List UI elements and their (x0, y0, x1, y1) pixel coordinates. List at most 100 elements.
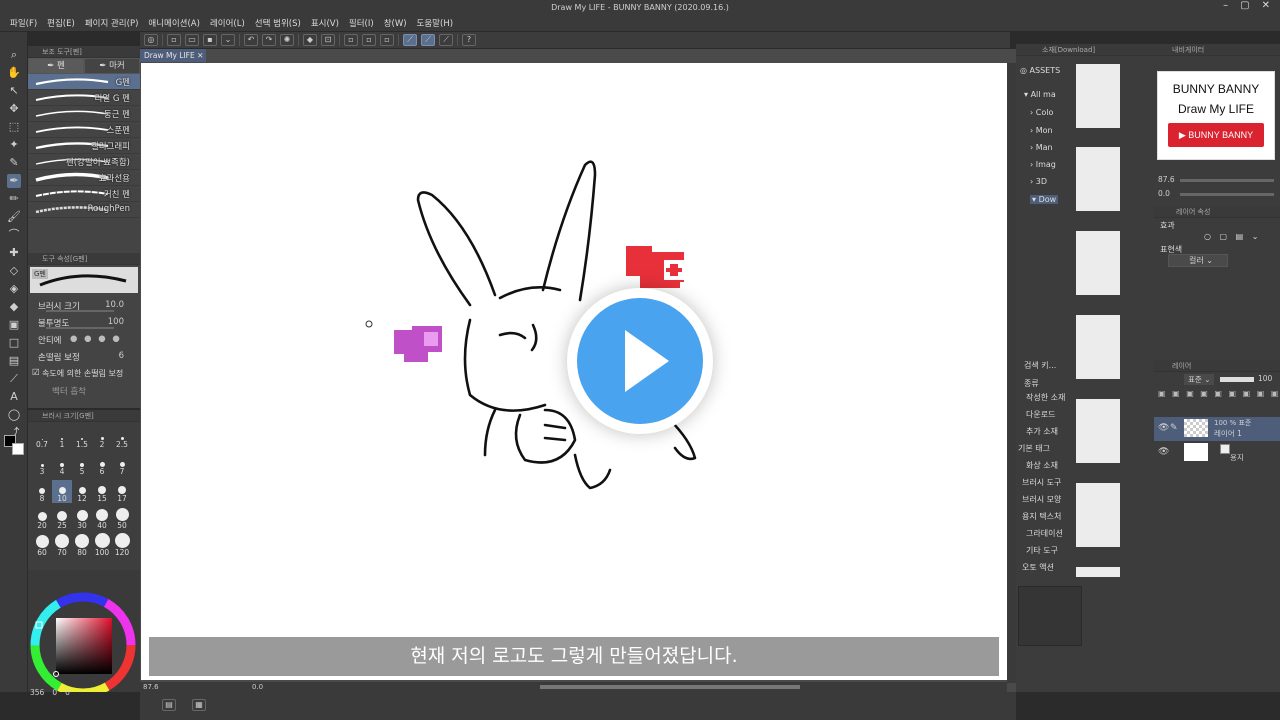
brush-item[interactable]: RoughPen (28, 202, 140, 218)
menu-view[interactable]: 표시(V) (311, 17, 339, 29)
snap-special-icon[interactable]: ⟋ (421, 34, 435, 46)
brush-size-preset[interactable]: 100 (92, 533, 112, 557)
effect-icons[interactable]: ○ ▢ ▤ ⌄ (1204, 232, 1264, 241)
maximize-icon[interactable]: ▢ (1240, 0, 1249, 15)
transform-icon[interactable]: ⊡ (321, 34, 335, 46)
tree-item[interactable]: › Imag (1030, 160, 1056, 169)
tree-item[interactable]: ▾ All ma (1024, 90, 1056, 99)
tab-marker[interactable]: ✒ 마커 (84, 58, 140, 74)
save-icon[interactable]: ▪ (203, 34, 217, 46)
tag-item[interactable]: 용지 텍스처 (1022, 511, 1061, 522)
brush-size-preset[interactable]: 17 (112, 480, 132, 503)
menu-file[interactable]: 파일(F) (10, 17, 37, 29)
vertical-scrollbar[interactable] (1007, 63, 1016, 683)
brush-item[interactable]: 효과선용 (28, 170, 140, 186)
brush-size-preset[interactable]: 4 (52, 453, 72, 476)
eraser-icon[interactable]: ◇ (7, 264, 21, 278)
auto-select-icon[interactable]: ✦ (7, 138, 21, 152)
decoration-icon[interactable]: ✚ (7, 246, 21, 260)
frame-border-icon[interactable]: ▤ (7, 354, 21, 368)
material-thumbnail[interactable] (1076, 231, 1120, 295)
brush-size-preset[interactable]: 70 (52, 534, 72, 557)
tree-item[interactable]: › Man (1030, 143, 1053, 152)
redo-icon[interactable]: ↷ (262, 34, 276, 46)
brush-size-preset[interactable]: 60 (32, 534, 52, 557)
brush-tool-icon[interactable]: 🖌 (7, 210, 21, 224)
eyedropper-icon[interactable]: ✎ (7, 156, 21, 170)
layer-opacity-slider[interactable] (1220, 377, 1254, 382)
brush-item[interactable]: 리얼 G 펜 (28, 90, 140, 106)
gradient-icon[interactable]: ▣ (7, 318, 21, 332)
snap-grid-icon[interactable]: ⟋ (439, 34, 453, 46)
category-item[interactable]: 추가 소재 (1026, 426, 1058, 437)
move-layer-icon[interactable]: ✥ (7, 102, 21, 116)
document-tab[interactable]: Draw My LIFE ✕ (140, 49, 206, 62)
tag-item[interactable]: 그라데이션 (1026, 528, 1063, 539)
zoom-tool-icon[interactable]: ⌕ (7, 48, 21, 62)
layer-list-icon[interactable]: ▤ (162, 699, 176, 711)
layer-tool-icons[interactable]: ▣ ▣ ▣ ▣ ▣ ▣ ▣ ▣ ▣ (1158, 389, 1280, 398)
undo-icon[interactable]: ↶ (244, 34, 258, 46)
menu-page[interactable]: 페이지 관리(P) (85, 17, 139, 29)
opacity-value[interactable]: 100 (108, 317, 124, 327)
menu-window[interactable]: 창(W) (384, 17, 407, 29)
menu-selection[interactable]: 선택 범위(S) (255, 17, 301, 29)
brush-size-preset[interactable]: 2 (92, 426, 112, 449)
brush-size-preset[interactable]: 1 (52, 426, 72, 449)
material-thumbnail[interactable] (1076, 567, 1120, 577)
antialias-row[interactable]: 안티에 ● ● ● ● (28, 331, 140, 348)
navigator-angle-slider[interactable] (1180, 193, 1274, 196)
brush-size-preset[interactable]: 10 (52, 480, 72, 503)
brush-size-preset[interactable]: 3 (32, 453, 52, 476)
opacity-slider[interactable] (46, 327, 114, 329)
brush-size-preset[interactable]: 1.5 (72, 426, 92, 449)
export-icon[interactable]: ⌄ (221, 34, 235, 46)
menu-animation[interactable]: 애니메이션(A) (148, 17, 200, 29)
brush-size-preset[interactable]: 15 (92, 480, 112, 503)
open-file-icon[interactable]: ▭ (185, 34, 199, 46)
operation-tool-icon[interactable]: ↖ (7, 84, 21, 98)
brush-size-preset[interactable]: 8 (32, 480, 52, 503)
brush-item[interactable]: 거친 펜 (28, 186, 140, 202)
brush-size-preset[interactable]: 40 (92, 507, 112, 530)
close-tab-icon[interactable]: ✕ (197, 51, 203, 60)
eye-icon[interactable]: 👁 (1158, 423, 1169, 433)
color-wheel[interactable] (28, 570, 140, 698)
airbrush-icon[interactable]: ⌒ (7, 228, 21, 242)
blend-tool-icon[interactable]: ◈ (7, 282, 21, 296)
brush-item[interactable]: G펜 (28, 74, 140, 90)
tab-pen[interactable]: ✒ 펜 (28, 58, 84, 74)
expression-select[interactable]: 컬러 ⌄ (1168, 254, 1228, 267)
pencil-tool-icon[interactable]: ✏ (7, 192, 21, 206)
invert-icon[interactable]: ▫ (380, 34, 394, 46)
menu-layer[interactable]: 레이어(L) (210, 17, 245, 29)
fill-tool-icon[interactable]: ◆ (7, 300, 21, 314)
brush-item[interactable]: 펜(강필이 뾰족함) (28, 154, 140, 170)
antialias-options-icon[interactable]: ● ● ● ● (70, 334, 122, 344)
app-icon[interactable]: ◎ (144, 34, 158, 46)
category-item[interactable]: 다운로드 (1026, 409, 1055, 420)
tag-item[interactable]: 브러시 모양 (1022, 494, 1061, 505)
sub-color-swatch[interactable] (12, 443, 24, 455)
tree-item[interactable]: › Mon (1030, 126, 1053, 135)
brush-item[interactable]: 스푼펜 (28, 122, 140, 138)
video-play-button[interactable] (567, 288, 713, 434)
menu-help[interactable]: 도움말(H) (417, 17, 453, 29)
pen-tool-icon[interactable]: ✒ (7, 174, 21, 188)
tag-item[interactable]: 브러시 도구 (1022, 477, 1061, 488)
brush-item[interactable]: 캘리그래피 (28, 138, 140, 154)
navigator-zoom-slider[interactable] (1180, 179, 1274, 182)
brush-size-preset[interactable]: 30 (72, 507, 92, 530)
help-icon[interactable]: ? (462, 34, 476, 46)
tag-item[interactable]: 오토 액션 (1022, 562, 1054, 573)
balloon-icon[interactable]: ◯ (7, 408, 21, 422)
material-thumbnail[interactable] (1076, 483, 1120, 547)
deselect-icon[interactable]: ▫ (362, 34, 376, 46)
stabilization-row[interactable]: 손떨림 보정 6 (28, 348, 140, 365)
canvas-zoom-value[interactable]: 87.6 (143, 683, 159, 691)
checkbox-icon[interactable]: ☑ (32, 368, 40, 378)
menu-filter[interactable]: 필터(I) (349, 17, 374, 29)
navigator-zoom[interactable]: 87.6 (1158, 175, 1175, 184)
brush-size-preset[interactable]: 5 (72, 453, 92, 476)
brush-size-preset[interactable]: 2.5 (112, 426, 132, 449)
